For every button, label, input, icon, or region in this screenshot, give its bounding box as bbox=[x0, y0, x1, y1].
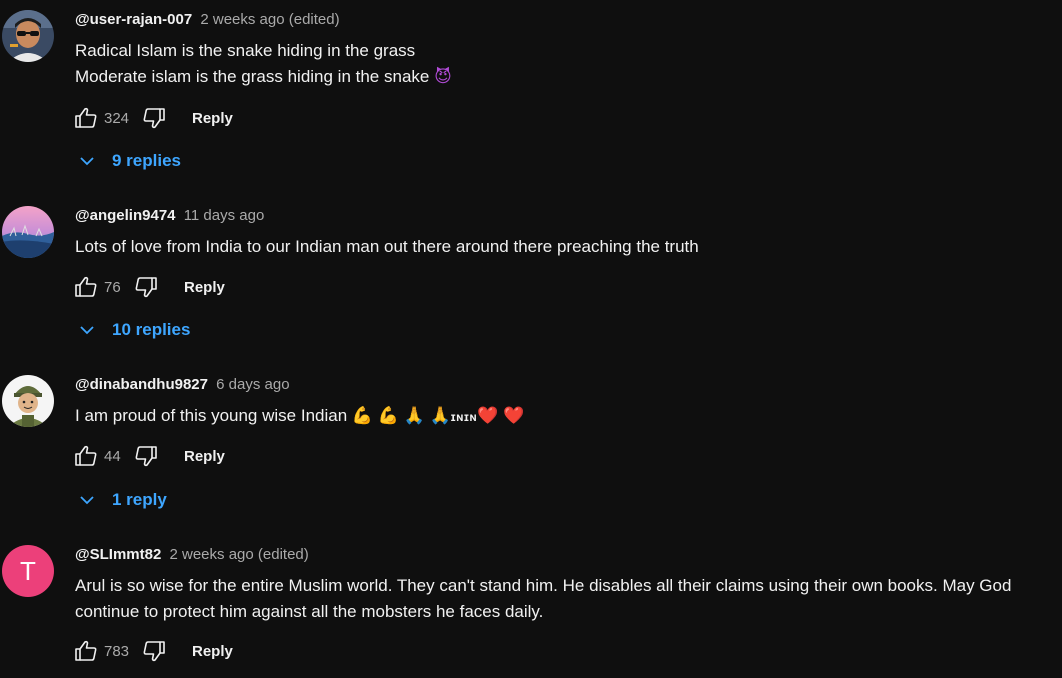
comment-text: Arul is so wise for the entire Muslim wo… bbox=[75, 573, 1055, 625]
comment-text: Lots of love from India to our Indian ma… bbox=[75, 234, 1055, 260]
comment-actions: 783 Reply bbox=[72, 639, 233, 663]
pink-landscape-avatar-icon bbox=[2, 206, 54, 258]
chevron-down-icon bbox=[78, 152, 96, 170]
comment-timestamp[interactable]: 6 days ago bbox=[216, 376, 289, 393]
folded-hands-emoji: 🙏 bbox=[429, 406, 451, 427]
comment-line: I am proud of this young wise Indian bbox=[75, 406, 348, 425]
thumbs-down-icon bbox=[135, 446, 157, 467]
comment-line: Lots of love from India to our Indian ma… bbox=[75, 237, 699, 256]
thumbs-up-icon bbox=[75, 107, 97, 128]
comments-section: @user-rajan-007 2 weeks ago (edited) Rad… bbox=[0, 0, 1062, 678]
thumbs-up-icon bbox=[75, 445, 97, 466]
thumbs-down-icon bbox=[143, 108, 165, 129]
comment-line: Arul is so wise for the entire Muslim wo… bbox=[75, 576, 1012, 621]
author-handle[interactable]: @angelin9474 bbox=[75, 207, 176, 224]
flexed-biceps-emoji: 💪 bbox=[351, 406, 374, 427]
comment-line: Moderate islam is the grass hiding in th… bbox=[75, 67, 430, 86]
author-handle[interactable]: @user-rajan-007 bbox=[75, 11, 192, 28]
comment-timestamp[interactable]: 11 days ago bbox=[184, 207, 265, 224]
comment-line-wrapper: I am proud of this young wise Indian 💪 💪… bbox=[75, 403, 1055, 430]
smiling-devil-emoji: 😈 bbox=[434, 67, 452, 87]
avatar-letter: T bbox=[20, 556, 36, 586]
soldier-cartoon-avatar-icon bbox=[2, 375, 54, 427]
emoji-group: 💪 💪 🙏 🙏ɪɴɪɴ❤️ ❤️ bbox=[352, 403, 524, 430]
like-count: 324 bbox=[104, 109, 130, 127]
view-replies-button[interactable]: 1 reply bbox=[78, 488, 167, 512]
comment-line: Radical Islam is the snake hiding in the… bbox=[75, 41, 416, 60]
chevron-down-icon bbox=[78, 321, 96, 339]
avatar[interactable] bbox=[2, 206, 54, 258]
red-heart-emoji: ❤️ bbox=[477, 406, 499, 427]
thumbs-down-icon bbox=[143, 641, 165, 662]
comment-actions: 324 Reply bbox=[72, 106, 233, 130]
avatar[interactable]: T bbox=[2, 545, 54, 597]
chevron-down-icon bbox=[78, 491, 96, 509]
avatar[interactable] bbox=[2, 10, 54, 62]
replies-count-label: 1 reply bbox=[112, 490, 167, 509]
thumbs-down-icon bbox=[135, 277, 157, 298]
dislike-button[interactable] bbox=[132, 442, 160, 470]
comment-header: @angelin9474 11 days ago bbox=[75, 206, 264, 226]
view-replies-button[interactable]: 9 replies bbox=[78, 149, 181, 173]
like-button[interactable] bbox=[72, 442, 100, 470]
comment-header: @SLImmt82 2 weeks ago (edited) bbox=[75, 545, 309, 565]
author-handle[interactable]: @SLImmt82 bbox=[75, 546, 161, 563]
dislike-button[interactable] bbox=[132, 273, 160, 301]
comment-timestamp[interactable]: 2 weeks ago (edited) bbox=[200, 11, 339, 28]
dislike-button[interactable] bbox=[140, 637, 168, 665]
comment-header: @dinabandhu9827 6 days ago bbox=[75, 375, 290, 395]
like-count: 44 bbox=[104, 447, 121, 465]
thumbs-up-icon bbox=[75, 640, 97, 661]
comment-text: I am proud of this young wise Indian 💪 💪… bbox=[75, 403, 1055, 430]
red-heart-emoji: ❤️ bbox=[503, 406, 525, 427]
author-handle[interactable]: @dinabandhu9827 bbox=[75, 376, 208, 393]
comment-text: Radical Islam is the snake hiding in the… bbox=[75, 38, 1055, 90]
like-count: 76 bbox=[104, 278, 121, 296]
comment-actions: 76 Reply bbox=[72, 275, 225, 299]
avatar[interactable] bbox=[2, 375, 54, 427]
reply-button[interactable]: Reply bbox=[184, 448, 225, 465]
thumbs-up-icon bbox=[75, 276, 97, 297]
man-with-sunglasses-avatar-icon bbox=[2, 10, 54, 62]
reply-button[interactable]: Reply bbox=[192, 110, 233, 127]
flexed-biceps-emoji: 💪 bbox=[377, 406, 399, 427]
comment-timestamp[interactable]: 2 weeks ago (edited) bbox=[170, 546, 309, 563]
comment-line-wrapper: Moderate islam is the grass hiding in th… bbox=[75, 64, 1055, 90]
like-count: 783 bbox=[104, 642, 130, 660]
replies-count-label: 10 replies bbox=[112, 320, 191, 339]
reply-button[interactable]: Reply bbox=[184, 279, 225, 296]
folded-hands-emoji: 🙏 bbox=[403, 406, 425, 427]
like-button[interactable] bbox=[72, 104, 100, 132]
view-replies-button[interactable]: 10 replies bbox=[78, 318, 190, 342]
reply-button[interactable]: Reply bbox=[192, 643, 233, 660]
like-button[interactable] bbox=[72, 273, 100, 301]
like-button[interactable] bbox=[72, 637, 100, 665]
dislike-button[interactable] bbox=[140, 104, 168, 132]
comment-actions: 44 Reply bbox=[72, 444, 225, 468]
replies-count-label: 9 replies bbox=[112, 151, 181, 170]
india-flag-text: ɪɴɪɴ bbox=[450, 410, 478, 425]
comment-header: @user-rajan-007 2 weeks ago (edited) bbox=[75, 10, 340, 30]
